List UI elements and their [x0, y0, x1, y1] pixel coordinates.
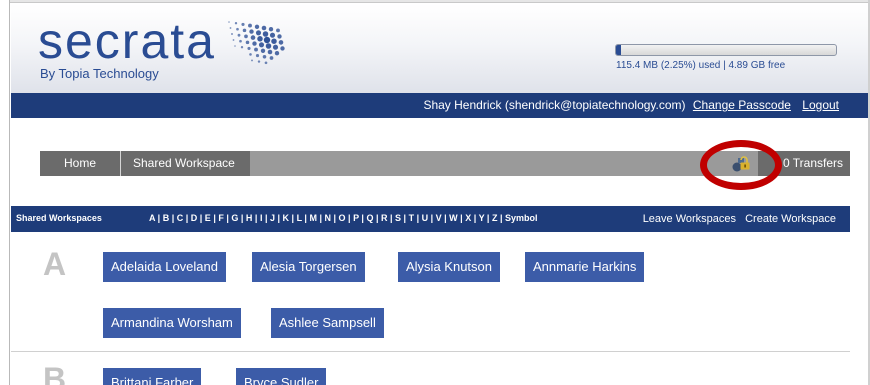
- alphabet-letter-e[interactable]: E: [205, 213, 211, 223]
- workspace-button[interactable]: Ashlee Sampsell: [271, 308, 384, 338]
- alphabet-letter-m[interactable]: M: [309, 213, 317, 223]
- shared-workspaces-label: Shared Workspaces: [16, 213, 102, 223]
- workspace-button[interactable]: Armandina Worsham: [103, 308, 241, 338]
- group-divider: [11, 351, 850, 352]
- group-letter-a: A: [43, 246, 67, 282]
- nav-shared-workspace[interactable]: Shared Workspace: [121, 151, 250, 176]
- window-top-edge: [0, 0, 870, 3]
- alphabet-letter-u[interactable]: U: [422, 213, 429, 223]
- workspace-button[interactable]: Bryce Sudler: [236, 368, 327, 385]
- alphabet-letter-h[interactable]: H: [246, 213, 253, 223]
- alphabet-letter-r[interactable]: R: [381, 213, 388, 223]
- main-nav: Home Shared Workspace 0 Transfers: [40, 151, 850, 176]
- alphabet-letter-a[interactable]: A: [149, 213, 155, 223]
- workspace-button[interactable]: Adelaida Loveland: [103, 252, 226, 282]
- change-passcode-link[interactable]: Change Passcode: [693, 98, 791, 112]
- user-bar: Shay Hendrick (shendrick@topiatechnology…: [11, 93, 868, 118]
- alphabet-bar: Shared Workspaces A | B | C | D | E | F …: [11, 206, 850, 232]
- logout-link[interactable]: Logout: [802, 98, 839, 112]
- lock-transfer-icon[interactable]: [724, 151, 758, 176]
- logo-subtitle: By Topia Technology: [40, 66, 159, 81]
- user-name: Shay Hendrick (shendrick@topiatechnology…: [423, 98, 686, 112]
- alphabet-letter-x[interactable]: X: [465, 213, 471, 223]
- alphabet-letter-s[interactable]: S: [395, 213, 401, 223]
- nav-home[interactable]: Home: [40, 151, 120, 176]
- alphabet-letter-v[interactable]: V: [436, 213, 442, 223]
- app-header: secrata By Topia Technology 115.4 MB (2.…: [11, 4, 868, 93]
- leave-workspaces-link[interactable]: Leave Workspaces: [643, 213, 736, 225]
- logo-mark-icon: [228, 21, 285, 65]
- alphabet-letter-z[interactable]: Z: [492, 213, 498, 223]
- alphabet-letter-j[interactable]: J: [270, 213, 275, 223]
- alphabet-letter-y[interactable]: Y: [479, 213, 485, 223]
- alphabet-letter-o[interactable]: O: [339, 213, 346, 223]
- alphabet-letter-p[interactable]: P: [353, 213, 359, 223]
- create-workspace-link[interactable]: Create Workspace: [745, 213, 836, 225]
- workspace-button[interactable]: Annmarie Harkins: [525, 252, 645, 282]
- alphabet-letter-w[interactable]: W: [449, 213, 458, 223]
- group-letter-b: B: [43, 361, 67, 385]
- alphabet-letter-b[interactable]: B: [163, 213, 170, 223]
- user-info: Shay Hendrick (shendrick@topiatechnology…: [423, 98, 839, 112]
- alphabet-letter-t[interactable]: T: [409, 213, 415, 223]
- alphabet-letter-i[interactable]: I: [260, 213, 263, 223]
- logo-text: secrata: [38, 13, 216, 69]
- workspace-button[interactable]: Alysia Knutson: [398, 252, 500, 282]
- window-left-edge: [0, 0, 10, 385]
- workspace-button[interactable]: Brittani Farber: [103, 368, 202, 385]
- alphabet-filter: A | B | C | D | E | F | G | H | I | J | …: [149, 213, 538, 223]
- alphabet-letter-c[interactable]: C: [177, 213, 184, 223]
- alphabet-letter-q[interactable]: Q: [366, 213, 373, 223]
- storage-usage-text: 115.4 MB (2.25%) used | 4.89 GB free: [616, 60, 786, 71]
- alphabet-letter-f[interactable]: F: [218, 213, 224, 223]
- alphabet-letter-k[interactable]: K: [283, 213, 290, 223]
- alphabet-letter-symbol[interactable]: Symbol: [505, 213, 538, 223]
- alphabet-letter-l[interactable]: L: [297, 213, 302, 223]
- alphabet-letter-g[interactable]: G: [231, 213, 238, 223]
- nav-transfers[interactable]: 0 Transfers: [758, 151, 850, 176]
- alphabet-letter-n[interactable]: N: [324, 213, 331, 223]
- storage-usage-fill: [616, 45, 621, 55]
- workspace-actions: Leave Workspaces Create Workspace: [637, 213, 836, 225]
- storage-usage-bar: [615, 44, 837, 56]
- alphabet-letter-d[interactable]: D: [191, 213, 198, 223]
- workspace-button[interactable]: Alesia Torgersen: [252, 252, 365, 282]
